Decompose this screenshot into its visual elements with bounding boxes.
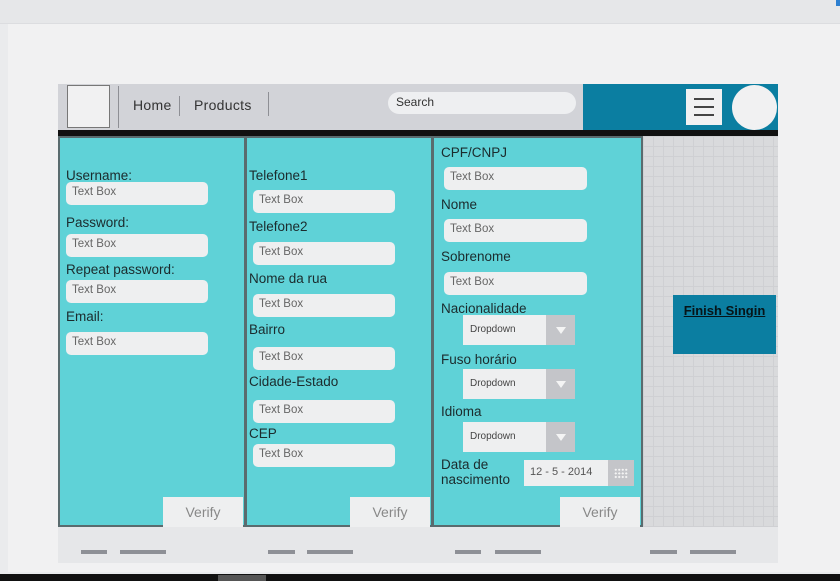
sobrenome-field[interactable]: Text Box xyxy=(444,272,587,295)
hamburger-line xyxy=(694,114,714,116)
birth-date-picker[interactable]: 12 - 5 - 2014 xyxy=(524,460,634,486)
nav-separator xyxy=(179,96,180,116)
telefone1-label: Telefone1 xyxy=(249,168,308,183)
footer-link-placeholder[interactable] xyxy=(650,550,677,554)
dropdown-value: Dropdown xyxy=(470,378,516,389)
footer-link-placeholder[interactable] xyxy=(495,550,541,554)
avatar[interactable] xyxy=(732,85,777,130)
hamburger-line xyxy=(694,98,714,100)
footer-link-placeholder[interactable] xyxy=(690,550,736,554)
verify-button[interactable]: Verify xyxy=(350,497,430,527)
footer-link-placeholder[interactable] xyxy=(268,550,295,554)
idioma-dropdown[interactable]: Dropdown xyxy=(463,422,575,452)
telefone2-field[interactable]: Text Box xyxy=(253,242,395,265)
verify-button[interactable]: Verify xyxy=(560,497,640,527)
footer-link-placeholder[interactable] xyxy=(81,550,107,554)
taskbar xyxy=(0,574,840,581)
email-field[interactable]: Text Box xyxy=(66,332,208,355)
taskbar-item[interactable] xyxy=(218,575,266,581)
repeat-password-field[interactable]: Text Box xyxy=(66,280,208,303)
footer-link-placeholder[interactable] xyxy=(120,550,166,554)
nacionalidade-dropdown[interactable]: Dropdown xyxy=(463,315,575,345)
footer xyxy=(58,527,778,563)
password-field[interactable]: Text Box xyxy=(66,234,208,257)
birth-date-value: 12 - 5 - 2014 xyxy=(530,466,593,478)
nav-separator xyxy=(268,92,269,116)
city-state-label: Cidade-Estado xyxy=(249,374,339,389)
cpf-cnpj-field[interactable]: Text Box xyxy=(444,167,587,190)
nome-field[interactable]: Text Box xyxy=(444,219,587,242)
nome-label: Nome xyxy=(441,197,478,212)
chevron-down-icon[interactable] xyxy=(546,315,575,345)
bairro-field[interactable]: Text Box xyxy=(253,347,395,370)
browser-top-strip xyxy=(0,0,840,24)
username-field[interactable]: Text Box xyxy=(66,182,208,205)
hamburger-icon[interactable] xyxy=(686,89,722,125)
fuso-horario-dropdown[interactable]: Dropdown xyxy=(463,369,575,399)
email-label: Email: xyxy=(66,309,104,324)
cpf-cnpj-label: CPF/CNPJ xyxy=(441,145,508,160)
nav-separator xyxy=(118,86,119,128)
cep-field[interactable]: Text Box xyxy=(253,444,395,467)
username-label: Username: xyxy=(66,168,133,183)
hamburger-line xyxy=(694,106,714,108)
verify-button[interactable]: Verify xyxy=(163,497,243,527)
nav-home-link[interactable]: Home xyxy=(133,97,172,113)
calendar-grid xyxy=(614,468,628,479)
calendar-icon[interactable] xyxy=(608,460,634,486)
nacionalidade-label: Nacionalidade xyxy=(441,301,527,316)
sobrenome-label: Sobrenome xyxy=(441,249,511,264)
footer-link-placeholder[interactable] xyxy=(455,550,481,554)
search-placeholder: Search xyxy=(396,95,435,109)
chevron-down-icon[interactable] xyxy=(546,369,575,399)
dropdown-value: Dropdown xyxy=(470,324,516,335)
nav-products-link[interactable]: Products xyxy=(194,97,252,113)
search-input[interactable]: Search xyxy=(388,92,576,114)
street-label: Nome da rua xyxy=(249,271,328,286)
finish-signin-button[interactable]: Finish Singin xyxy=(673,295,776,354)
city-state-field[interactable]: Text Box xyxy=(253,400,395,423)
telefone2-label: Telefone2 xyxy=(249,219,308,234)
chevron-down-icon[interactable] xyxy=(546,422,575,452)
bairro-label: Bairro xyxy=(249,322,286,337)
birth-date-label: Data de nascimento xyxy=(441,457,511,487)
fuso-horario-label: Fuso horário xyxy=(441,352,517,367)
corner-accent xyxy=(836,0,840,6)
cep-label: CEP xyxy=(249,426,277,441)
footer-link-placeholder[interactable] xyxy=(307,550,353,554)
telefone1-field[interactable]: Text Box xyxy=(253,190,395,213)
logo-placeholder[interactable] xyxy=(67,85,110,128)
repeat-password-label: Repeat password: xyxy=(66,262,175,277)
password-label: Password: xyxy=(66,215,130,230)
dropdown-value: Dropdown xyxy=(470,431,516,442)
street-field[interactable]: Text Box xyxy=(253,294,395,317)
finish-signin-label: Finish Singin xyxy=(683,303,766,318)
idioma-label: Idioma xyxy=(441,404,482,419)
